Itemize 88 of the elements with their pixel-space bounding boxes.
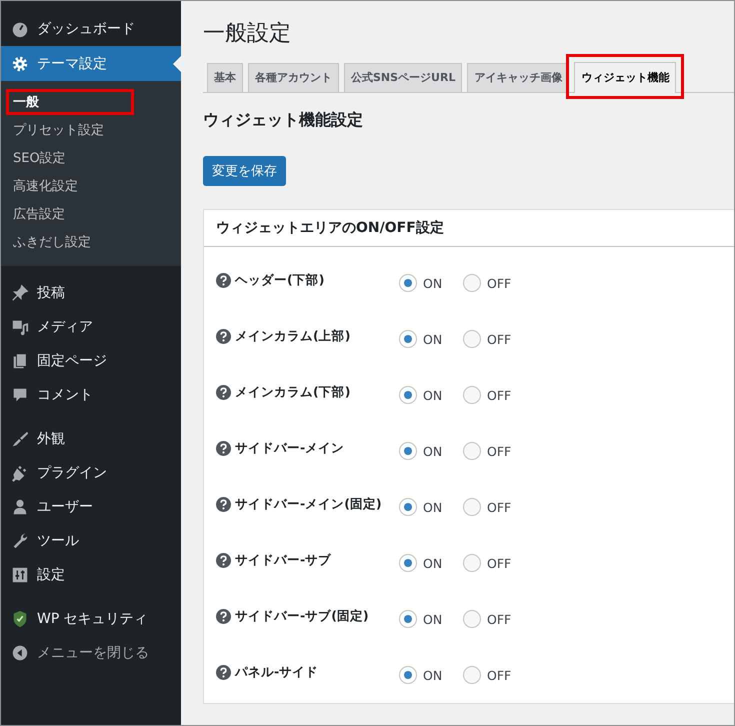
help-icon[interactable] bbox=[216, 552, 231, 568]
setting-label: ヘッダー(下部) bbox=[235, 272, 324, 288]
media-icon bbox=[11, 318, 29, 336]
radio-button[interactable] bbox=[463, 330, 481, 348]
menu-item[interactable]: ユーザー bbox=[1, 490, 181, 524]
radio-button[interactable] bbox=[399, 666, 417, 684]
menu-item[interactable]: WP セキュリティ bbox=[1, 602, 181, 636]
tab[interactable]: 公式SNSページURL bbox=[344, 63, 462, 92]
plug-icon bbox=[11, 464, 29, 482]
radio-button[interactable] bbox=[463, 666, 481, 684]
submenu-item[interactable]: プリセット設定 bbox=[1, 116, 181, 144]
option-label: ON bbox=[423, 388, 442, 402]
submenu-item[interactable]: ふきだし設定 bbox=[1, 228, 181, 256]
option-label: OFF bbox=[487, 556, 512, 570]
radio-button[interactable] bbox=[463, 274, 481, 292]
section-title: ウィジェット機能設定 bbox=[203, 110, 364, 130]
collapse-menu-button[interactable]: メニューを閉じる bbox=[1, 636, 181, 670]
radio-button[interactable] bbox=[399, 442, 417, 460]
tab[interactable]: 各種アカウント bbox=[248, 63, 339, 92]
save-button[interactable]: 変更を保存 bbox=[203, 156, 286, 186]
menu-item[interactable]: 投稿 bbox=[1, 276, 181, 310]
comment-icon bbox=[11, 386, 29, 404]
menu-item[interactable]: 外観 bbox=[1, 422, 181, 456]
brush-icon bbox=[11, 430, 29, 448]
help-icon[interactable] bbox=[216, 440, 231, 456]
gauge-icon bbox=[11, 20, 29, 38]
option-label: OFF bbox=[487, 500, 512, 514]
radio-button[interactable] bbox=[463, 610, 481, 628]
menu-item[interactable]: 固定ページ bbox=[1, 344, 181, 378]
option-label: OFF bbox=[487, 612, 512, 626]
radio-button[interactable] bbox=[463, 498, 481, 516]
menu-item[interactable]: 設定 bbox=[1, 558, 181, 592]
radio-button[interactable] bbox=[399, 610, 417, 628]
radio-button[interactable] bbox=[399, 330, 417, 348]
option-label: ON bbox=[423, 668, 442, 682]
radio-button[interactable] bbox=[463, 386, 481, 404]
option-label: ON bbox=[423, 612, 442, 626]
menu-item[interactable]: プラグイン bbox=[1, 456, 181, 490]
card-title: ウィジェットエリアのON/OFF設定 bbox=[204, 210, 734, 247]
sliders-icon bbox=[11, 566, 29, 584]
option-label: OFF bbox=[487, 276, 512, 290]
option-label: OFF bbox=[487, 332, 512, 346]
collapse-icon bbox=[11, 644, 29, 662]
help-icon[interactable] bbox=[216, 496, 231, 512]
submenu-item[interactable]: 一般 bbox=[1, 88, 181, 116]
radio-button[interactable] bbox=[399, 386, 417, 404]
radio-button[interactable] bbox=[463, 554, 481, 572]
gear-icon bbox=[11, 54, 29, 72]
shield-icon bbox=[11, 610, 29, 628]
radio-button[interactable] bbox=[399, 554, 417, 572]
option-label: OFF bbox=[487, 444, 512, 458]
setting-label: メインカラム(上部) bbox=[235, 328, 350, 344]
tab[interactable]: 基本 bbox=[207, 63, 243, 92]
wrench-icon bbox=[11, 532, 29, 550]
help-icon[interactable] bbox=[216, 664, 231, 680]
help-icon[interactable] bbox=[216, 608, 231, 624]
help-icon[interactable] bbox=[216, 272, 231, 288]
help-icon[interactable] bbox=[216, 328, 231, 344]
option-label: OFF bbox=[487, 668, 512, 682]
page-title: 一般設定 bbox=[203, 20, 292, 48]
option-label: ON bbox=[423, 444, 442, 458]
setting-label: パネル-サイド bbox=[235, 664, 318, 680]
help-icon[interactable] bbox=[216, 384, 231, 400]
submenu-item[interactable]: SEO設定 bbox=[1, 144, 181, 172]
menu-item[interactable]: テーマ設定 bbox=[1, 46, 181, 81]
user-icon bbox=[11, 498, 29, 516]
submenu-item[interactable]: 高速化設定 bbox=[1, 172, 181, 200]
setting-label: サイドバー-サブ(固定) bbox=[235, 608, 369, 624]
pages-icon bbox=[11, 352, 29, 370]
pin-icon bbox=[11, 284, 29, 302]
option-label: ON bbox=[423, 276, 442, 290]
menu-item[interactable]: ダッシュボード bbox=[1, 12, 181, 46]
setting-label: サイドバー-サブ bbox=[235, 552, 332, 568]
radio-button[interactable] bbox=[399, 274, 417, 292]
radio-button[interactable] bbox=[399, 498, 417, 516]
option-label: OFF bbox=[487, 388, 512, 402]
menu-item[interactable]: コメント bbox=[1, 378, 181, 412]
option-label: ON bbox=[423, 500, 442, 514]
menu-item[interactable]: ツール bbox=[1, 524, 181, 558]
menu-item[interactable]: メディア bbox=[1, 310, 181, 344]
radio-button[interactable] bbox=[463, 442, 481, 460]
setting-label: サイドバー-メイン(固定) bbox=[235, 496, 382, 512]
setting-label: メインカラム(下部) bbox=[235, 384, 350, 400]
tab[interactable]: ウィジェット機能 bbox=[574, 62, 676, 93]
submenu-item[interactable]: 広告設定 bbox=[1, 200, 181, 228]
option-label: ON bbox=[423, 332, 442, 346]
setting-label: サイドバー-メイン bbox=[235, 440, 344, 456]
option-label: ON bbox=[423, 556, 442, 570]
